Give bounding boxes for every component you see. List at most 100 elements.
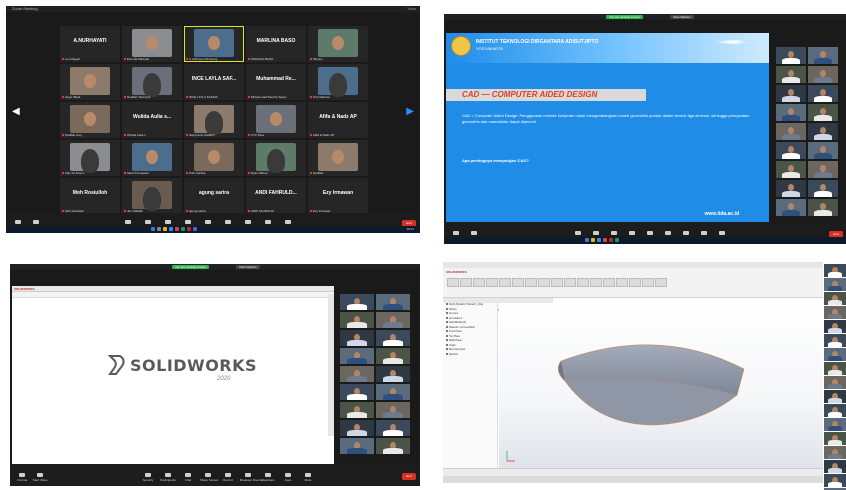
view-button[interactable]: View: [407, 7, 416, 11]
participant-thumbnail[interactable]: [376, 348, 410, 364]
task-pane-strip[interactable]: [328, 294, 334, 436]
participant-thumbnail[interactable]: [824, 348, 846, 361]
participant-thumbnail[interactable]: [824, 432, 846, 445]
participant-thumbnail[interactable]: [824, 362, 846, 375]
participant-tile[interactable]: Sepriyanto Nadifah: [184, 102, 244, 138]
participant-tile[interactable]: Ryan Wahyu: [246, 140, 306, 176]
teams-icon[interactable]: [192, 227, 197, 231]
airfoil-model[interactable]: [499, 303, 823, 468]
participant-tile[interactable]: Miryam: [308, 26, 368, 62]
ribbon-command-extruded-cut[interactable]: [499, 278, 511, 287]
participant-tile[interactable]: SYP Dina: [246, 102, 306, 138]
participant-thumbnail[interactable]: [340, 402, 374, 418]
participant-thumbnail[interactable]: [824, 418, 846, 431]
participant-tile[interactable]: Eva Ida Maslyati: [122, 26, 182, 62]
folder-icon[interactable]: [162, 227, 167, 231]
solidworks-icon[interactable]: [186, 227, 191, 231]
participant-thumbnail[interactable]: [808, 104, 838, 121]
participant-thumbnail[interactable]: [340, 312, 374, 328]
prev-page-arrow-icon[interactable]: ◀: [12, 106, 20, 117]
feature-tree-item[interactable]: Sketch1: [443, 353, 497, 358]
participant-thumbnail[interactable]: [776, 161, 806, 178]
participant-thumbnail[interactable]: [776, 104, 806, 121]
participant-thumbnail[interactable]: [808, 85, 838, 102]
zoom-icon[interactable]: [168, 227, 173, 231]
participant-thumbnail[interactable]: [808, 180, 838, 197]
app-icon[interactable]: [615, 238, 620, 242]
ribbon-command-swept-boss-base[interactable]: [473, 278, 485, 287]
view-options-button[interactable]: View Options: [236, 265, 260, 269]
participant-thumbnail[interactable]: [824, 376, 846, 389]
participant-thumbnail[interactable]: [824, 320, 846, 333]
participant-thumbnail[interactable]: [776, 85, 806, 102]
ribbon-command-draft[interactable]: [577, 278, 589, 287]
toolbar-button-reactions[interactable]: Reactions: [260, 473, 276, 482]
toolbar-button-unmute[interactable]: Unmute: [14, 473, 30, 482]
participant-tile[interactable]: Oris Marissa: [308, 64, 368, 100]
participant-thumbnail[interactable]: [340, 294, 374, 310]
participant-tile[interactable]: Ir. Alfonsus Pampang: [184, 26, 244, 62]
ribbon-command-revolved-boss-base[interactable]: [460, 278, 472, 287]
ribbon-command-shell[interactable]: [590, 278, 602, 287]
end-button[interactable]: End: [402, 473, 416, 480]
ribbon-command-instant-d[interactable]: [655, 278, 667, 287]
toolbar-button-start-video[interactable]: Start Video: [32, 473, 48, 482]
ribbon-command-fillet[interactable]: [538, 278, 550, 287]
ribbon-command-intersect[interactable]: [616, 278, 628, 287]
toolbar-button-share-screen[interactable]: Share Screen: [200, 473, 218, 482]
participant-tile[interactable]: agung sarira agung sarira: [184, 178, 244, 214]
next-page-arrow-icon[interactable]: ▶: [406, 106, 414, 117]
start-icon[interactable]: [150, 227, 155, 231]
participant-tile[interactable]: A.NURHAYATI a.nurhayati: [60, 26, 120, 62]
view-options-button[interactable]: View Options: [670, 15, 694, 19]
ribbon-command-extruded-boss-base[interactable]: [447, 278, 459, 287]
participant-thumbnail[interactable]: [376, 420, 410, 436]
participant-thumbnail[interactable]: [776, 199, 806, 216]
participant-thumbnail[interactable]: [376, 402, 410, 418]
participant-thumbnail[interactable]: [376, 330, 410, 346]
participant-thumbnail[interactable]: [808, 142, 838, 159]
participant-tile[interactable]: Haya Nikafi: [60, 64, 120, 100]
participant-thumbnail[interactable]: [808, 47, 838, 64]
participant-tile[interactable]: Wulida Aulia s... Wulida Aulia s: [122, 102, 182, 138]
participant-thumbnail[interactable]: [340, 420, 374, 436]
ribbon-command-rib[interactable]: [564, 278, 576, 287]
participant-tile[interactable]: MARLINA BASO MARLINA BASO: [246, 26, 306, 62]
participant-thumbnail[interactable]: [376, 366, 410, 382]
participant-thumbnail[interactable]: [824, 306, 846, 319]
participant-tile[interactable]: Nadifah: [308, 140, 368, 176]
participant-thumbnail[interactable]: [824, 390, 846, 403]
zoom-icon[interactable]: [597, 238, 602, 242]
participant-thumbnail[interactable]: [808, 123, 838, 140]
participant-tile[interactable]: INCE LAYLA SAF... INCE LAYLA SAFIRA: [184, 64, 244, 100]
ribbon-command-linear-pattern[interactable]: [551, 278, 563, 287]
participant-thumbnail[interactable]: [808, 161, 838, 178]
chrome-icon[interactable]: [603, 238, 608, 242]
participant-thumbnail[interactable]: [824, 278, 846, 291]
app-icon[interactable]: [180, 227, 185, 231]
participant-thumbnail[interactable]: [340, 330, 374, 346]
participant-thumbnail[interactable]: [824, 292, 846, 305]
participant-thumbnail[interactable]: [824, 474, 846, 487]
ribbon-command-curves[interactable]: [642, 278, 654, 287]
participant-thumbnail[interactable]: [776, 142, 806, 159]
toolbar-button-security[interactable]: Security: [140, 473, 156, 482]
participant-tile[interactable]: Jun Nadifah: [122, 178, 182, 214]
participant-tile[interactable]: Ezy Irmawan Ezy Irmawan: [308, 178, 368, 214]
participant-thumbnail[interactable]: [340, 384, 374, 400]
participant-thumbnail[interactable]: [776, 47, 806, 64]
ribbon-command-revolved-cut[interactable]: [525, 278, 537, 287]
toolbar-button-breakout-rooms[interactable]: Breakout Rooms: [240, 473, 262, 482]
start-icon[interactable]: [585, 238, 590, 242]
participant-tile[interactable]: Nadifah Arsy: [60, 102, 120, 138]
participant-thumbnail[interactable]: [824, 264, 846, 277]
participant-tile[interactable]: Zaiz Ad Rosim: [60, 140, 120, 176]
participant-tile[interactable]: Afifa & Nadz AP Afifa & Nadz AP: [308, 102, 368, 138]
participant-tile[interactable]: Putri Kartika: [184, 140, 244, 176]
participant-tile[interactable]: Muhammad Re... Muhammad Rendra Teuku: [246, 64, 306, 100]
participant-thumbnail[interactable]: [340, 348, 374, 364]
participant-thumbnail[interactable]: [808, 199, 838, 216]
participant-thumbnail[interactable]: [776, 66, 806, 83]
powerpoint-icon[interactable]: [609, 238, 614, 242]
toolbar-button-apps[interactable]: Apps: [280, 473, 296, 482]
